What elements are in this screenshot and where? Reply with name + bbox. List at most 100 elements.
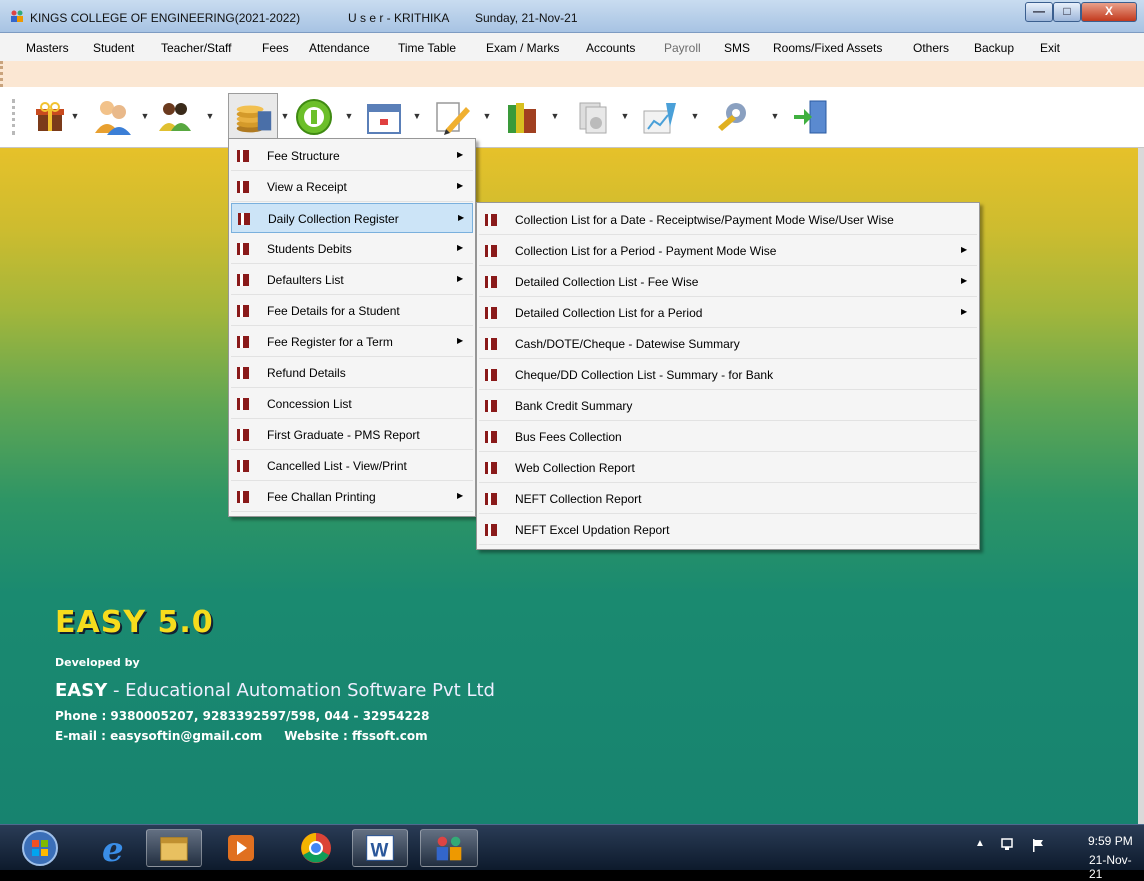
people-dropdown-arrow-icon[interactable]: ▼ xyxy=(205,109,215,123)
menu-item-first-graduate-pms-report[interactable]: First Graduate - PMS Report xyxy=(231,420,473,450)
users-dropdown-arrow-icon[interactable]: ▼ xyxy=(140,109,150,123)
book-icon xyxy=(485,524,497,536)
developed-by-label: Developed by xyxy=(55,656,140,669)
calendar-icon[interactable] xyxy=(364,97,404,137)
chart-dropdown-arrow-icon[interactable]: ▼ xyxy=(690,109,700,123)
menu-others[interactable]: Others xyxy=(913,41,949,55)
svg-text:e: e xyxy=(102,830,124,867)
pencil-dropdown-arrow-icon[interactable]: ▼ xyxy=(482,109,492,123)
exit-door-icon[interactable] xyxy=(790,97,830,137)
menu-item-fee-structure[interactable]: Fee Structure ▶ xyxy=(231,141,473,171)
menu-fees[interactable]: Fees xyxy=(262,41,289,55)
documents-icon[interactable] xyxy=(572,97,612,137)
user-label: U s e r - KRITHIKA xyxy=(348,11,450,25)
minimize-button[interactable]: — xyxy=(1025,2,1053,22)
menu-item-fee-challan-printing[interactable]: Fee Challan Printing ▶ xyxy=(231,482,473,512)
gift-dropdown-arrow-icon[interactable]: ▼ xyxy=(70,109,80,123)
submenu-arrow-icon: ▶ xyxy=(457,274,464,283)
fees-dropdown-menu: Fee Structure ▶ View a Receipt ▶ Daily C… xyxy=(228,138,476,517)
book-icon xyxy=(237,181,249,193)
app-icon[interactable] xyxy=(420,829,478,867)
book-icon xyxy=(485,245,497,257)
books-dropdown-arrow-icon[interactable]: ▼ xyxy=(550,109,560,123)
submenu-item-detailed-collection-list-fee-wise[interactable]: Detailed Collection List - Fee Wise ▶ xyxy=(479,267,977,297)
gift-icon[interactable] xyxy=(30,97,70,137)
submenu-arrow-icon: ▶ xyxy=(961,276,968,285)
media-player-icon[interactable] xyxy=(214,829,270,867)
submenu-arrow-icon: ▶ xyxy=(458,213,465,222)
tools-icon[interactable] xyxy=(712,97,752,137)
chart-icon[interactable] xyxy=(640,97,680,137)
green-circle-icon[interactable] xyxy=(294,97,334,137)
menu-sms[interactable]: SMS xyxy=(724,41,750,55)
menu-backup[interactable]: Backup xyxy=(974,41,1014,55)
menu-item-daily-collection-register[interactable]: Daily Collection Register ▶ xyxy=(231,203,473,233)
file-explorer-icon[interactable] xyxy=(146,829,202,867)
menu-exit[interactable]: Exit xyxy=(1040,41,1060,55)
toolbar-grip[interactable] xyxy=(12,99,18,135)
menu-masters[interactable]: Masters xyxy=(26,41,69,55)
network-icon[interactable] xyxy=(1000,837,1016,853)
internet-explorer-icon[interactable]: e xyxy=(86,829,142,867)
submenu-item-bus-fees-collection[interactable]: Bus Fees Collection xyxy=(479,422,977,452)
menu-teacher-staff[interactable]: Teacher/Staff xyxy=(161,41,232,55)
menu-item-students-debits[interactable]: Students Debits ▶ xyxy=(231,234,473,264)
menu-item-fee-details-for-a-student[interactable]: Fee Details for a Student xyxy=(231,296,473,326)
submenu-item-cheque-dd-collection-list[interactable]: Cheque/DD Collection List - Summary - fo… xyxy=(479,360,977,390)
menu-item-view-a-receipt[interactable]: View a Receipt ▶ xyxy=(231,172,473,202)
menu-item-cancelled-list-view-print[interactable]: Cancelled List - View/Print xyxy=(231,451,473,481)
book-icon xyxy=(237,336,249,348)
menu-exam-marks[interactable]: Exam / Marks xyxy=(486,41,559,55)
submenu-item-collection-list-for-a-period[interactable]: Collection List for a Period - Payment M… xyxy=(479,236,977,266)
submenu-arrow-icon: ▶ xyxy=(457,243,464,252)
submenu-item-neft-collection-report[interactable]: NEFT Collection Report xyxy=(479,484,977,514)
status-strip xyxy=(0,61,1144,87)
users-icon[interactable] xyxy=(92,97,132,137)
menu-rooms-fixed-assets[interactable]: Rooms/Fixed Assets xyxy=(773,41,882,55)
submenu-item-neft-excel-updation-report[interactable]: NEFT Excel Updation Report xyxy=(479,515,977,545)
coins-icon[interactable] xyxy=(228,93,278,141)
book-icon xyxy=(485,369,497,381)
submenu-item-web-collection-report[interactable]: Web Collection Report xyxy=(479,453,977,483)
menu-time-table[interactable]: Time Table xyxy=(398,41,456,55)
menu-item-concession-list[interactable]: Concession List xyxy=(231,389,473,419)
close-button[interactable]: X xyxy=(1081,2,1137,22)
book-icon xyxy=(237,243,249,255)
maximize-button[interactable]: □ xyxy=(1053,2,1081,22)
tools-dropdown-arrow-icon[interactable]: ▼ xyxy=(770,109,780,123)
start-orb-icon[interactable] xyxy=(18,829,62,867)
menu-accounts[interactable]: Accounts xyxy=(586,41,635,55)
clock-time[interactable]: 9:59 PM xyxy=(1088,834,1133,848)
submenu-item-cash-dote-cheque-datewise-summary[interactable]: Cash/DOTE/Cheque - Datewise Summary xyxy=(479,329,977,359)
clock-date[interactable]: 21-Nov-21 xyxy=(1089,853,1144,881)
menu-student[interactable]: Student xyxy=(93,41,134,55)
submenu-item-detailed-collection-list-for-a-period[interactable]: Detailed Collection List for a Period ▶ xyxy=(479,298,977,328)
submenu-item-collection-list-for-a-date[interactable]: Collection List for a Date - Receiptwise… xyxy=(479,205,977,235)
calendar-dropdown-arrow-icon[interactable]: ▼ xyxy=(412,109,422,123)
book-icon xyxy=(237,491,249,503)
menu-attendance[interactable]: Attendance xyxy=(309,41,370,55)
documents-dropdown-arrow-icon[interactable]: ▼ xyxy=(620,109,630,123)
green-circle-dropdown-arrow-icon[interactable]: ▼ xyxy=(344,109,354,123)
menu-item-defaulters-list[interactable]: Defaulters List ▶ xyxy=(231,265,473,295)
flag-icon[interactable] xyxy=(1030,837,1046,853)
pencil-icon[interactable] xyxy=(432,97,472,137)
book-icon xyxy=(237,150,249,162)
chrome-icon[interactable] xyxy=(288,829,344,867)
menu-bar: Masters Student Teacher/Staff Fees Atten… xyxy=(0,33,1144,62)
app-people-icon xyxy=(11,10,23,22)
menu-payroll[interactable]: Payroll xyxy=(664,41,701,55)
submenu-arrow-icon: ▶ xyxy=(961,245,968,254)
coins-dropdown-arrow-icon[interactable]: ▼ xyxy=(280,109,290,123)
toolbar: ▼ ▼ ▼ ▼ ▼ ▼ ▼ ▼ ▼ ▼ ▼ xyxy=(0,87,1144,148)
tray-up-arrow-icon[interactable]: ▲ xyxy=(975,838,985,849)
book-icon xyxy=(485,493,497,505)
submenu-arrow-icon: ▶ xyxy=(961,307,968,316)
people-icon[interactable] xyxy=(155,97,195,137)
menu-item-refund-details[interactable]: Refund Details xyxy=(231,358,473,388)
menu-item-fee-register-for-a-term[interactable]: Fee Register for a Term ▶ xyxy=(231,327,473,357)
word-icon[interactable]: W xyxy=(352,829,408,867)
submenu-arrow-icon: ▶ xyxy=(457,150,464,159)
books-icon[interactable] xyxy=(502,97,542,137)
submenu-item-bank-credit-summary[interactable]: Bank Credit Summary xyxy=(479,391,977,421)
